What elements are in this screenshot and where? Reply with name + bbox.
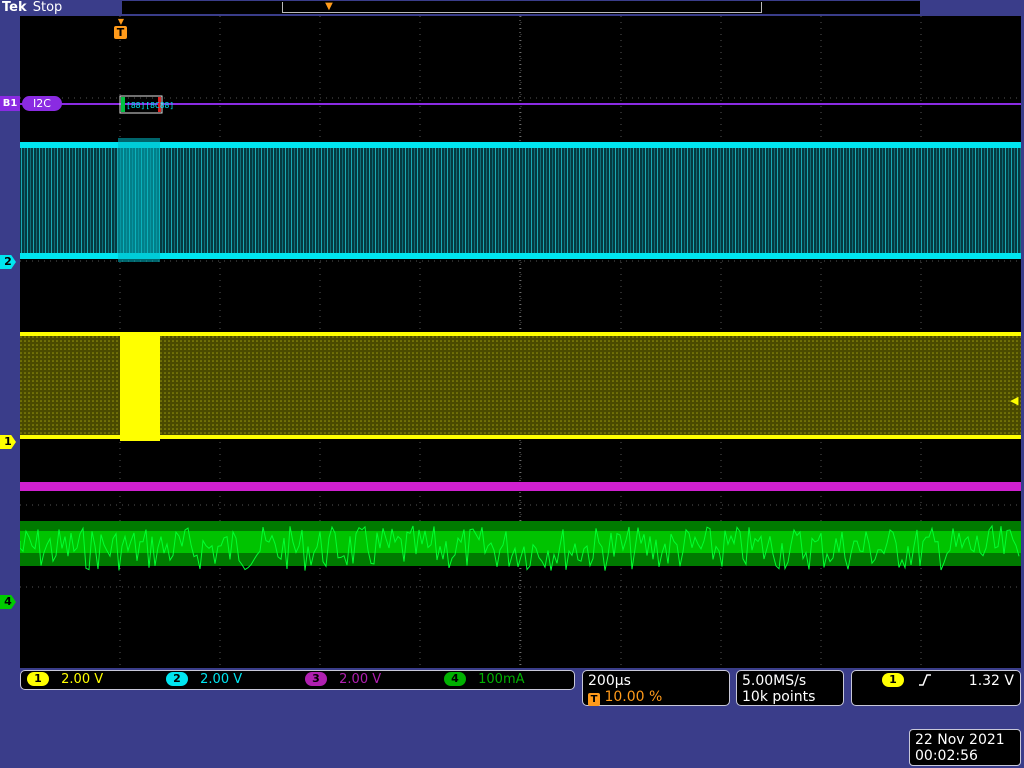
channel-1-scale-value: 2.00 V: [61, 672, 104, 687]
channel-1-marker[interactable]: 1: [0, 435, 16, 449]
acquisition-box[interactable]: 5.00MS/s 10k points: [736, 670, 844, 706]
channel-3-badge: 3: [305, 672, 327, 686]
waveform-canvas: [88][8C88] ◀: [20, 16, 1021, 668]
channel-4-marker[interactable]: 4: [0, 595, 16, 609]
waveform-display[interactable]: [88][8C88] ◀: [20, 16, 1021, 668]
channel-scale-bar: 1 2.00 V 2 2.00 V 3 2.00 V 4 100mA: [20, 670, 575, 690]
trigger-readout: 1 1.32 V: [858, 673, 1014, 689]
channel-1-waveform: [20, 332, 1021, 441]
channel-4-badge: 4: [444, 672, 466, 686]
brand-label: Tek: [2, 0, 27, 15]
sample-rate: 5.00MS/s: [742, 673, 807, 689]
channel-4-scale-value: 100mA: [478, 672, 525, 687]
channel-2-scale-value: 2.00 V: [200, 672, 243, 687]
svg-text:[88][8C88]: [88][8C88]: [126, 101, 174, 110]
record-view-window[interactable]: [282, 2, 762, 13]
channel-1-badge: 1: [27, 672, 49, 686]
trigger-position-value: 10.00 %: [604, 689, 663, 705]
trigger-t-icon: T: [588, 693, 600, 706]
channel-2-marker[interactable]: 2: [0, 255, 16, 269]
channel-4-scale[interactable]: 4 100mA: [444, 671, 525, 689]
trigger-position-readout: T 10.00 %: [588, 689, 724, 706]
horizontal-scale: 200µs: [588, 673, 631, 689]
channel-2-waveform: [20, 138, 1021, 262]
channel-3-scale-value: 2.00 V: [339, 672, 382, 687]
date: 22 Nov 2021: [915, 732, 1005, 748]
record-trigger-marker-icon: ▼: [325, 1, 333, 12]
channel-1-scale[interactable]: 1 2.00 V: [27, 671, 103, 689]
acquisition-status: Tek Stop: [2, 0, 62, 16]
timebase-box[interactable]: 200µs T 10.00 %: [582, 670, 730, 706]
trigger-source-badge: 1: [882, 673, 904, 687]
record-length: 10k points: [742, 689, 816, 705]
time: 00:02:56: [915, 748, 978, 764]
bus-b1-waveform: [88][8C88]: [20, 95, 1021, 114]
bus-b1-protocol-label[interactable]: I2C: [22, 96, 62, 111]
acquisition-state: Stop: [32, 0, 63, 15]
channel-2-scale[interactable]: 2 2.00 V: [166, 671, 242, 689]
channel-4-waveform: [20, 521, 1021, 571]
channel-3-scale[interactable]: 3 2.00 V: [305, 671, 381, 689]
trigger-box[interactable]: 1 1.32 V: [851, 670, 1021, 706]
rising-edge-icon: [918, 673, 932, 691]
status-bar: Tek Stop ▼: [0, 0, 1024, 16]
channel-2-badge: 2: [166, 672, 188, 686]
trigger-position-icon[interactable]: ▼ T: [114, 18, 128, 39]
channel-3-waveform: [20, 482, 1021, 491]
trigger-level-arrow-icon: ◀: [1010, 394, 1019, 407]
trigger-level: 1.32 V: [968, 673, 1014, 689]
bus-b1-marker[interactable]: B1: [0, 96, 20, 111]
datetime-box: 22 Nov 2021 00:02:56: [909, 729, 1021, 766]
